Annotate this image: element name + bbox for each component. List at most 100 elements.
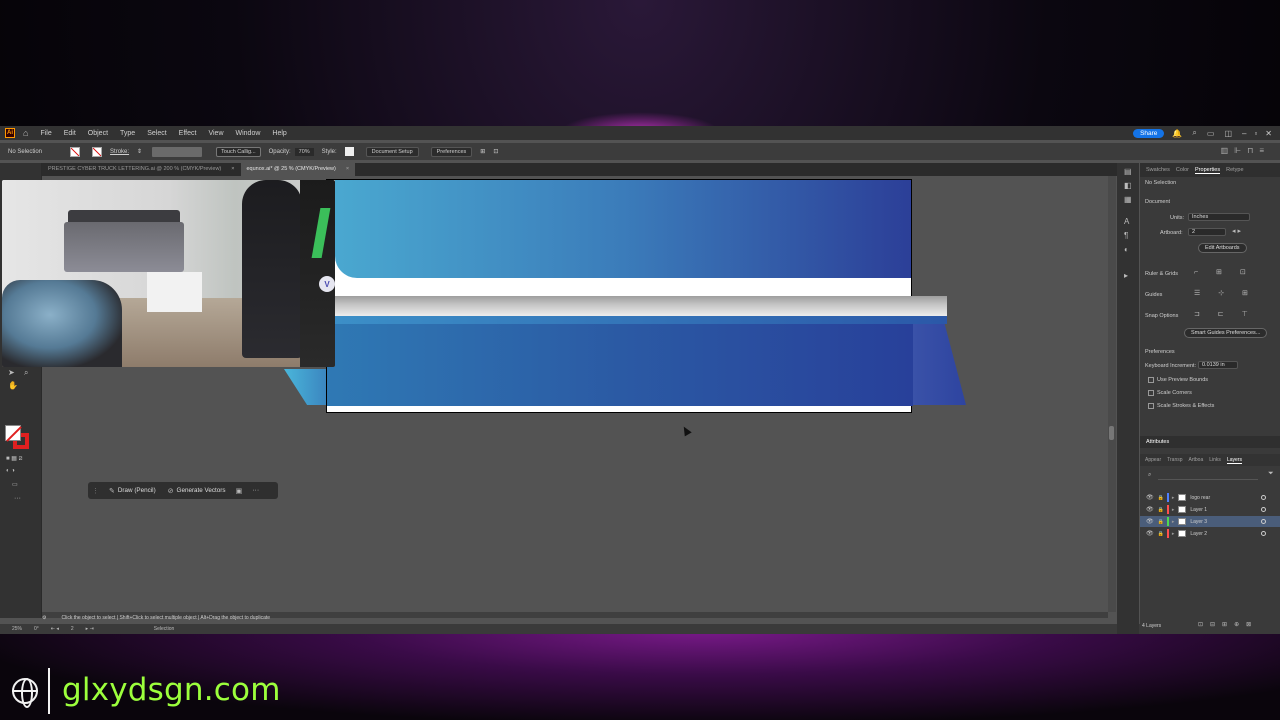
bell-icon[interactable]: 🔔: [1172, 129, 1182, 138]
artwork-blue-stripe[interactable]: [327, 316, 947, 324]
tab-prestige[interactable]: PRESTIGE CYBER TRUCK LETTERING.ai @ 200 …: [42, 163, 241, 176]
tab-close-icon[interactable]: ×: [231, 166, 234, 176]
tab-equnox[interactable]: equnox.ai* @ 25 % (CMYK/Preview) ×: [240, 163, 356, 176]
target-icon[interactable]: [1261, 495, 1266, 500]
generate-vectors-button[interactable]: Generate Vectors: [177, 487, 226, 494]
ruler-icons[interactable]: ⌐ ⊞ ⊡: [1194, 268, 1254, 276]
menu-effect[interactable]: Effect: [179, 130, 197, 137]
paragraph-icon[interactable]: ¶: [1124, 231, 1128, 240]
visibility-icon[interactable]: 👁: [1146, 494, 1154, 501]
selection-tool-icon[interactable]: ➤: [8, 368, 15, 377]
play-icon[interactable]: ▸: [1124, 271, 1128, 280]
libraries-icon[interactable]: ▦: [1124, 195, 1132, 204]
artboard-nav-icon[interactable]: ◂ ▸: [1232, 227, 1241, 235]
image-icon[interactable]: ▣: [236, 487, 243, 495]
align-icon[interactable]: ⊞: [480, 148, 485, 155]
menu-type[interactable]: Type: [120, 130, 135, 137]
type-icon[interactable]: A: [1124, 217, 1129, 226]
layer-search-input[interactable]: [1158, 472, 1258, 480]
layer-row-selected[interactable]: 👁 🔒 ▸ Layer 3: [1140, 516, 1280, 527]
tab-layers[interactable]: Layers: [1226, 457, 1242, 464]
lock-icon[interactable]: 🔒: [1158, 495, 1164, 501]
stroke-weight-dropdown[interactable]: [152, 146, 203, 157]
workspace-icon[interactable]: ▭: [1207, 129, 1215, 138]
zoom-field[interactable]: 25%: [12, 626, 22, 632]
menu-window[interactable]: Window: [236, 130, 261, 137]
tab-color[interactable]: Color: [1176, 167, 1189, 173]
layer-name[interactable]: Layer 2: [1190, 531, 1207, 537]
layer-search-icon[interactable]: ⌕: [1148, 472, 1151, 479]
share-button[interactable]: Share: [1133, 128, 1165, 138]
tab-properties[interactable]: Properties: [1195, 167, 1221, 174]
layer-name[interactable]: Layer 3: [1190, 519, 1207, 525]
arrange-documents-icon[interactable]: ▥⊩⊓≡: [1221, 146, 1270, 155]
menu-view[interactable]: View: [208, 130, 223, 137]
search-icon[interactable]: ⌕: [1192, 128, 1196, 138]
layer-name[interactable]: Layer 1: [1190, 507, 1207, 513]
layer-row[interactable]: 👁 🔒 ▸ Layer 2: [1140, 528, 1280, 539]
draw-mode-icon[interactable]: ◐ ◑: [6, 468, 15, 474]
tab-appearance[interactable]: Appear: [1145, 457, 1161, 463]
draw-pencil-button[interactable]: Draw (Pencil): [118, 487, 156, 494]
tab-artboards[interactable]: Artboa: [1189, 457, 1204, 463]
menu-help[interactable]: Help: [272, 130, 286, 137]
lock-icon[interactable]: 🔒: [1158, 519, 1164, 525]
arrange-icon[interactable]: ◫: [1224, 129, 1232, 138]
artboard-next-icon[interactable]: ▸ ⇥: [86, 626, 94, 632]
units-dropdown[interactable]: Inches: [1188, 213, 1250, 221]
minimize-icon[interactable]: –: [1242, 129, 1246, 138]
tab-transparency[interactable]: Transp: [1167, 457, 1182, 463]
artboard-nav-icon[interactable]: ⇤ ◂: [51, 626, 59, 632]
edit-artboards-button[interactable]: Edit Artboards: [1198, 243, 1247, 253]
checkbox-box[interactable]: [1148, 403, 1154, 409]
stroke-stepper[interactable]: ⇕: [137, 148, 142, 155]
hand-tool-icon[interactable]: ✋: [8, 381, 18, 390]
grip-icon[interactable]: ⋮: [92, 487, 99, 495]
properties-icon[interactable]: ▤: [1124, 167, 1132, 176]
artwork-chrome-stripe[interactable]: [327, 296, 947, 316]
scale-corners-checkbox[interactable]: Scale Corners: [1148, 390, 1192, 396]
glyph-icon[interactable]: ◐: [1124, 245, 1129, 254]
expand-icon[interactable]: ▸: [1172, 519, 1175, 525]
maximize-icon[interactable]: ▫: [1254, 129, 1257, 138]
artboard[interactable]: [326, 179, 947, 413]
lock-icon[interactable]: 🔒: [1158, 507, 1164, 513]
tab-retype[interactable]: Retype: [1226, 167, 1243, 173]
smart-guides-button[interactable]: Smart Guides Preferences...: [1184, 328, 1268, 338]
menu-edit[interactable]: Edit: [64, 130, 76, 137]
scroll-thumb[interactable]: [1109, 426, 1114, 440]
layer-row[interactable]: 👁 🔒 ▸ Layer 1: [1140, 504, 1280, 515]
target-icon[interactable]: [1261, 507, 1266, 512]
expand-icon[interactable]: ▸: [1172, 531, 1175, 537]
layer-name[interactable]: logo rear: [1190, 495, 1210, 501]
style-swatch[interactable]: [344, 147, 354, 156]
opacity-field[interactable]: 70%: [294, 147, 314, 156]
vertical-scrollbar[interactable]: [1108, 176, 1116, 612]
tab-close-icon[interactable]: ×: [346, 166, 349, 176]
fill-swatch[interactable]: [70, 146, 81, 157]
fill-stroke-widget[interactable]: [5, 425, 31, 451]
rotation-field[interactable]: 0°: [34, 626, 39, 632]
tab-swatches[interactable]: Swatches: [1146, 167, 1170, 173]
menu-object[interactable]: Object: [88, 130, 108, 137]
visibility-icon[interactable]: 👁: [1146, 518, 1154, 525]
more-options-icon[interactable]: ···: [252, 487, 259, 494]
zoom-tool-icon[interactable]: ⌕: [24, 368, 28, 378]
layer-actions-icons[interactable]: ⊡⊟⊞⊕⊠: [1198, 621, 1258, 628]
target-icon[interactable]: [1261, 531, 1266, 536]
fill-color-icon[interactable]: [5, 425, 21, 441]
more-tools-icon[interactable]: ···: [14, 495, 21, 502]
layers-icon[interactable]: ◧: [1124, 181, 1132, 190]
visibility-icon[interactable]: 👁: [1146, 530, 1154, 537]
scale-strokes-checkbox[interactable]: Scale Strokes & Effects: [1148, 403, 1214, 409]
tab-links[interactable]: Links: [1209, 457, 1221, 463]
filter-icon[interactable]: ⏷: [1268, 470, 1274, 478]
checkbox-box[interactable]: [1148, 377, 1154, 383]
layer-row[interactable]: 👁 🔒 ▸ logo rear: [1140, 492, 1280, 503]
export-icon[interactable]: ⊡: [493, 148, 498, 155]
checkbox-box[interactable]: [1148, 390, 1154, 396]
stroke-swatch[interactable]: [92, 146, 103, 157]
expand-icon[interactable]: ▸: [1172, 507, 1175, 513]
target-icon[interactable]: [1261, 519, 1266, 524]
screen-mode-icon[interactable]: ▭: [12, 481, 18, 488]
